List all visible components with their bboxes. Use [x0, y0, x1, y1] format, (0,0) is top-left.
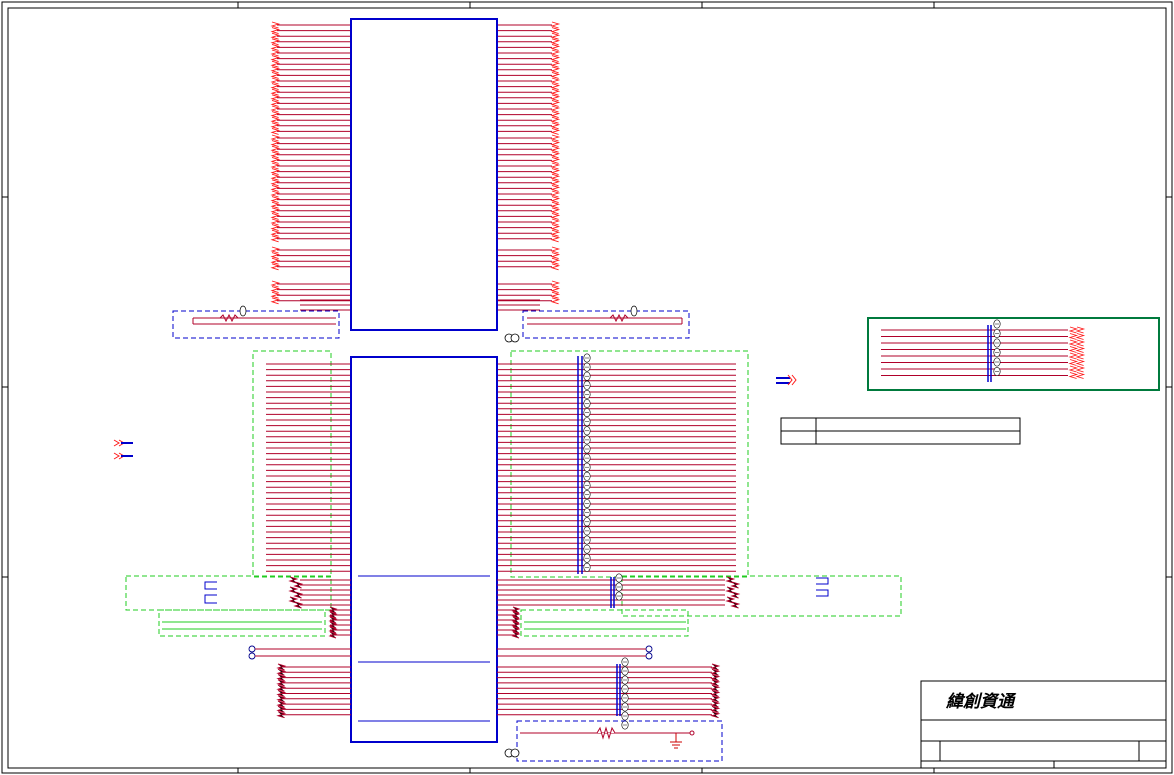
net-label-icon — [550, 99, 561, 107]
net-label-icon — [1068, 352, 1079, 360]
net-label-icon — [550, 60, 561, 68]
net-label-icon — [550, 168, 561, 176]
upper-ic-body[interactable] — [350, 18, 498, 331]
net-label-icon — [550, 190, 561, 198]
net-label-icon — [550, 235, 561, 243]
net-label-icon — [550, 201, 561, 209]
net-label-icon — [550, 83, 561, 91]
net-label-icon — [550, 218, 561, 226]
net-label-icon — [550, 257, 561, 265]
net-label-icon — [550, 32, 561, 40]
net-label-icon — [550, 43, 561, 51]
net-label-icon — [1068, 365, 1079, 373]
net-label-icon — [550, 49, 561, 57]
net-label-icon — [550, 122, 561, 130]
net-label-icon — [550, 140, 561, 148]
net-label-icon — [550, 27, 561, 35]
net-label-icon — [550, 229, 561, 237]
net-label-icon — [1075, 365, 1086, 373]
power-flag-icon — [204, 581, 217, 590]
net-label-icon — [113, 439, 133, 460]
schematic-sheet: 緯創資通 — [1, 1, 1173, 774]
net-label-icon — [550, 246, 561, 254]
net-label-icon — [550, 71, 561, 79]
net-label-icon — [1068, 339, 1079, 347]
net-label-icon — [550, 66, 561, 74]
net-label-icon — [1075, 372, 1086, 379]
test-point-icon — [504, 333, 520, 343]
net-label-icon — [550, 77, 561, 85]
lower-ic-bottom-right-pins — [497, 657, 721, 730]
net-label-icon — [1068, 346, 1079, 353]
company-name: 緯創資通 — [945, 692, 1017, 712]
net-label-icon — [1075, 333, 1086, 340]
lower-ic-bottom-left-pins — [276, 663, 351, 719]
lower-ic-right-pins — [497, 363, 736, 572]
net-label-icon — [1075, 352, 1086, 360]
capacitor-icon — [630, 305, 638, 317]
test-point-icon — [504, 748, 520, 758]
net-label-icon — [776, 374, 797, 386]
net-label-icon — [550, 127, 561, 135]
middle-left-section — [125, 575, 351, 639]
net-label-icon — [550, 280, 561, 288]
net-label-icon — [1075, 326, 1086, 334]
net-label-icon — [1068, 333, 1079, 340]
net-label-icon — [1075, 359, 1086, 366]
decoupling-group-box — [867, 317, 1160, 391]
net-label-icon — [550, 252, 561, 260]
net-label-icon — [550, 116, 561, 124]
net-label-icon — [550, 162, 561, 170]
power-flag-icon — [204, 594, 217, 604]
net-label-icon — [550, 224, 561, 232]
test-point-icon — [248, 645, 653, 660]
net-label-icon — [550, 94, 561, 102]
net-label-icon — [1068, 326, 1079, 334]
capacitor-icon — [239, 305, 247, 317]
net-label-icon — [550, 297, 561, 305]
net-label-icon — [550, 286, 561, 294]
net-label-icon — [550, 184, 561, 192]
net-label-icon — [550, 145, 561, 153]
power-flag-icon — [816, 577, 829, 585]
power-flag-icon — [816, 589, 829, 597]
ground-icon — [670, 733, 682, 749]
resistor-icon — [596, 726, 616, 740]
net-label-icon — [1075, 339, 1086, 347]
net-label-icon — [550, 38, 561, 46]
upper-ic-right-net-labels — [550, 21, 561, 305]
upper-right-pullup-box — [522, 305, 690, 339]
upper-ic-group — [270, 18, 561, 331]
net-label-icon — [550, 21, 561, 29]
net-label-icon — [1075, 346, 1086, 353]
net-label-icon — [550, 156, 561, 164]
upper-ic-left-pins — [277, 24, 351, 311]
net-label-icon — [550, 179, 561, 187]
net-label-icon — [550, 111, 561, 119]
net-label-icon — [550, 212, 561, 220]
net-label-icon — [550, 173, 561, 181]
lower-ic-body[interactable] — [350, 356, 498, 743]
revision-table — [780, 417, 1021, 445]
net-label-icon — [550, 263, 561, 271]
net-label-icon — [550, 105, 561, 113]
net-label-icon — [550, 207, 561, 215]
net-label-icon — [1068, 359, 1079, 366]
bottom-pulldown-box — [516, 720, 723, 762]
lower-right-capacitor-bank — [583, 353, 591, 572]
upper-left-pullup-box — [172, 305, 340, 339]
net-label-icon — [550, 88, 561, 96]
net-label-icon — [550, 134, 561, 142]
lower-ic-left-pins — [266, 363, 351, 572]
net-label-icon — [550, 55, 561, 63]
net-label-icon — [550, 291, 561, 299]
middle-right-section — [497, 573, 902, 639]
net-label-icon — [1068, 372, 1079, 379]
upper-ic-right-pins — [497, 24, 552, 311]
net-label-icon — [550, 151, 561, 159]
net-label-icon — [550, 196, 561, 204]
